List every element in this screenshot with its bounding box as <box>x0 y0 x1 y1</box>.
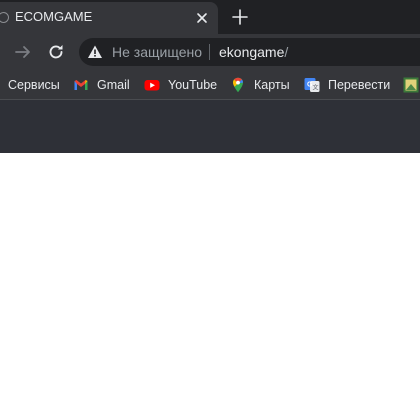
youtube-icon <box>144 80 160 91</box>
close-icon[interactable] <box>194 10 210 26</box>
bookmark-label: Сервисы <box>8 78 60 92</box>
reload-icon[interactable] <box>46 42 66 62</box>
forward-arrow-icon[interactable] <box>13 42 33 62</box>
globe-icon <box>0 12 9 23</box>
svg-text:文: 文 <box>313 84 319 92</box>
address-bar[interactable]: Не защищено ekongame/ <box>79 38 420 66</box>
bookmarks-bar: Сервисы Gmail YouTube Карты G 文 Перевест… <box>0 70 420 100</box>
new-tab-plus-icon[interactable] <box>230 7 250 27</box>
bookmark-favicon-partial-icon[interactable] <box>403 77 419 93</box>
tab-active[interactable]: ECOMGAME <box>0 2 218 34</box>
bookmark-label: Карты <box>254 78 290 92</box>
bookmark-label: Перевести <box>328 78 391 92</box>
tab-strip: ECOMGAME <box>0 0 420 34</box>
omnibox-divider <box>209 44 210 60</box>
url-text[interactable]: ekongame/ <box>219 44 288 60</box>
security-status-label[interactable]: Не защищено <box>112 44 202 60</box>
bookmark-label: YouTube <box>168 78 218 92</box>
page-content <box>0 153 420 420</box>
bookmark-label: Gmail <box>97 78 130 92</box>
url-host: ekongame <box>219 44 285 60</box>
gmail-icon <box>74 80 88 90</box>
browser-toolbar: Не защищено ekongame/ <box>0 34 420 70</box>
tab-title: ECOMGAME <box>15 9 93 24</box>
url-path: / <box>284 44 289 60</box>
page-header-bar <box>0 100 420 153</box>
maps-pin-icon <box>233 77 243 93</box>
translate-icon: G 文 <box>304 78 320 92</box>
warning-triangle-icon[interactable] <box>87 44 103 60</box>
